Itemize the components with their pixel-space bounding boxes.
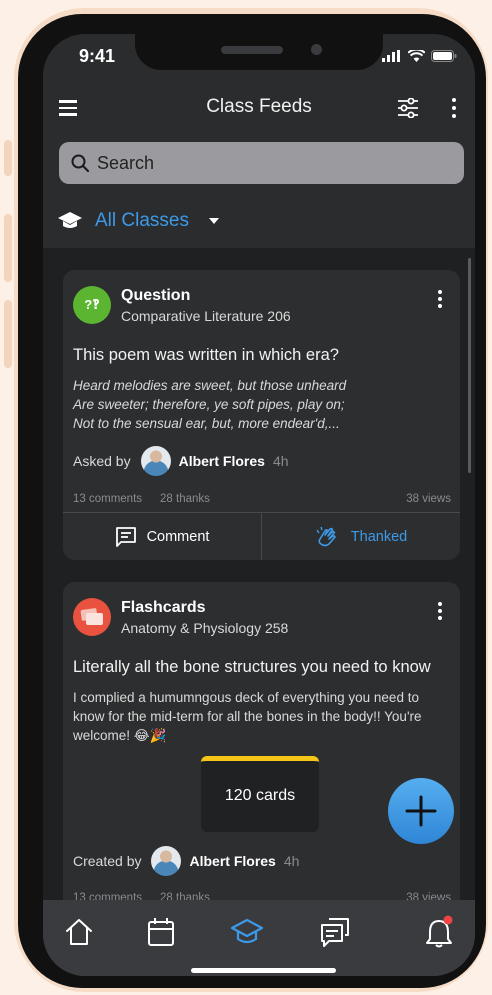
comment-count: 13 comments — [73, 892, 143, 900]
tab-messages[interactable] — [317, 914, 353, 950]
calendar-icon — [148, 918, 174, 946]
post-body: I complied a humumngous deck of everythi… — [73, 690, 422, 743]
home-indicator[interactable] — [191, 968, 336, 973]
avatar[interactable] — [140, 446, 171, 476]
plus-icon — [405, 795, 437, 827]
scrollbar[interactable] — [468, 258, 471, 473]
home-icon — [66, 919, 92, 945]
battery-icon — [431, 50, 457, 62]
class-filter-dropdown[interactable]: All Classes — [57, 210, 219, 232]
mute-switch — [4, 140, 12, 176]
view-count: 38 views — [406, 493, 451, 505]
post-course: Anatomy & Physiology 258 — [121, 620, 289, 636]
notification-badge — [443, 915, 453, 925]
post-headline: Literally all the bone structures you ne… — [73, 658, 431, 676]
app-screen: 9:41 Class Feeds Search All Classes ?‽ Q… — [43, 34, 475, 976]
signal-icon — [382, 50, 400, 62]
thanks-count: 28 thanks — [160, 493, 210, 505]
post-more-icon[interactable] — [438, 602, 442, 623]
post-type: Flashcards — [121, 599, 206, 616]
comment-button[interactable]: Comment — [63, 513, 261, 560]
clapping-hands-icon — [316, 526, 336, 546]
more-options-icon[interactable] — [452, 98, 456, 118]
post-author-row: Asked by Albert Flores 4h — [73, 446, 289, 476]
comment-icon — [115, 526, 136, 547]
flashcard-deck[interactable]: 120 cards — [201, 756, 319, 832]
graduation-cap-icon — [230, 918, 264, 944]
view-count: 38 views — [406, 892, 451, 900]
chat-icon — [321, 918, 349, 947]
comment-count: 13 comments — [73, 493, 143, 505]
post-stats: 13 comments 28 thanks 38 views — [73, 892, 451, 900]
app-bar: Class Feeds — [43, 86, 475, 130]
tab-home[interactable] — [61, 914, 97, 950]
bell-icon — [426, 915, 453, 948]
graduation-cap-icon — [58, 212, 82, 228]
post-header: ?‽ Question Comparative Literature 206 — [73, 286, 291, 324]
search-bar[interactable] — [59, 142, 464, 184]
bottom-tab-bar — [43, 900, 475, 976]
thanks-count: 28 thanks — [160, 892, 210, 900]
add-post-button[interactable] — [388, 778, 454, 844]
class-filter-label: All Classes — [95, 210, 189, 231]
post-stats: 13 comments 28 thanks 38 views — [73, 493, 451, 505]
status-icons — [382, 50, 457, 62]
avatar[interactable] — [151, 846, 182, 876]
post-headline: This poem was written in which era? — [73, 346, 339, 364]
status-time: 9:41 — [79, 46, 116, 66]
wifi-icon — [408, 50, 425, 62]
post-age: 4h — [272, 453, 289, 469]
post-header: Flashcards Anatomy & Physiology 258 — [73, 598, 288, 636]
post-more-icon[interactable] — [438, 290, 442, 311]
post-age: 4h — [283, 853, 300, 869]
post-actions: Comment Thanked — [63, 512, 460, 560]
search-input[interactable] — [97, 152, 397, 174]
post-card-question[interactable]: ?‽ Question Comparative Literature 206 T… — [63, 270, 460, 560]
volume-down-button — [4, 300, 12, 368]
tab-classes[interactable] — [229, 914, 265, 950]
thank-button[interactable]: Thanked — [261, 513, 460, 560]
tab-calendar[interactable] — [143, 914, 179, 950]
post-course: Comparative Literature 206 — [121, 308, 291, 324]
sliders-icon[interactable] — [397, 98, 419, 118]
author-name[interactable]: Albert Flores — [179, 453, 265, 469]
question-bubble-icon: ?‽ — [73, 286, 111, 324]
flashcards-icon — [73, 598, 111, 636]
post-author-row: Created by Albert Flores 4h — [73, 846, 299, 876]
caret-down-icon — [208, 218, 219, 224]
author-name[interactable]: Albert Flores — [189, 853, 275, 869]
notch — [135, 34, 383, 70]
search-icon — [71, 154, 89, 172]
volume-up-button — [4, 214, 12, 282]
post-body: Heard melodies are sweet, but those unhe… — [73, 378, 347, 431]
post-card-flashcards[interactable]: Flashcards Anatomy & Physiology 258 Lite… — [63, 582, 460, 900]
post-type: Question — [121, 287, 191, 304]
tab-notifications[interactable] — [421, 914, 457, 950]
